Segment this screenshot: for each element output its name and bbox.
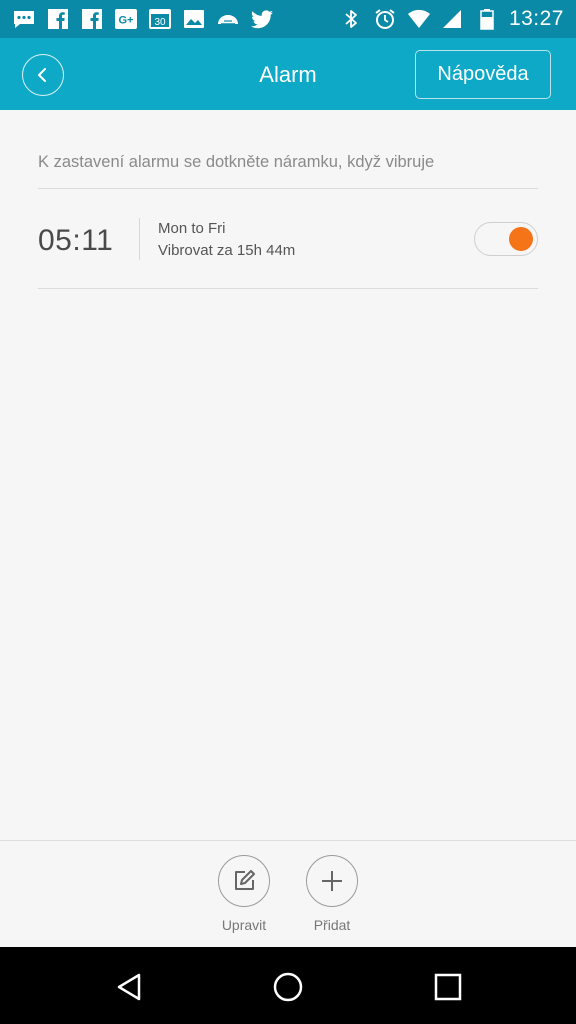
alarm-countdown: Vibrovat za 15h 44m [158,242,296,259]
toggle-knob [509,227,533,251]
app-header: Alarm Nápověda [0,38,576,110]
notification-icons: G+ 30 [12,8,274,30]
alarm-clock-icon [373,8,397,30]
chevron-left-icon [38,68,46,82]
facebook-icon [80,8,104,30]
home-circle-icon [273,972,303,1002]
twitter-icon [250,8,274,30]
system-navigation-bar [0,947,576,1024]
alarm-hint-text: K zastavení alarmu se dotkněte náramku, … [38,153,435,171]
calendar-icon: 30 [148,8,172,30]
edit-icon [218,855,270,907]
system-status-icons: 13:27 [339,7,564,31]
alarm-enable-toggle[interactable] [474,222,538,256]
back-triangle-icon [117,973,141,1001]
bottom-toolbar: Upravit Přidat [0,840,576,947]
divider [38,288,538,289]
bluetooth-icon [339,8,363,30]
chat-icon [12,8,36,30]
signal-icon [441,8,465,30]
edit-button[interactable]: Upravit [212,855,276,933]
wifi-icon [407,8,431,30]
add-button[interactable]: Přidat [300,855,364,933]
status-time: 13:27 [508,7,564,30]
status-bar: G+ 30 13:27 [0,0,576,38]
google-plus-text: G+ [119,15,134,27]
calendar-day: 30 [154,17,166,28]
divider [38,188,538,189]
alarm-repeat-days: Mon to Fri [158,220,226,237]
alarm-time: 05:11 [38,224,114,257]
nav-back-button[interactable] [108,967,148,1007]
nav-home-button[interactable] [268,967,308,1007]
cloud-icon [216,8,240,30]
plus-icon [306,855,358,907]
alarm-list-item[interactable]: 05:11 Mon to Fri Vibrovat za 15h 44m [38,190,538,288]
google-plus-icon: G+ [114,8,138,30]
facebook-icon [46,8,70,30]
image-icon [182,8,206,30]
battery-icon [475,8,499,30]
help-button[interactable]: Nápověda [415,50,551,99]
back-button[interactable] [22,54,64,96]
recents-square-icon [434,973,462,1001]
edit-label: Upravit [221,917,267,933]
add-label: Přidat [313,917,351,933]
nav-recents-button[interactable] [428,967,468,1007]
alarm-separator [139,218,140,260]
